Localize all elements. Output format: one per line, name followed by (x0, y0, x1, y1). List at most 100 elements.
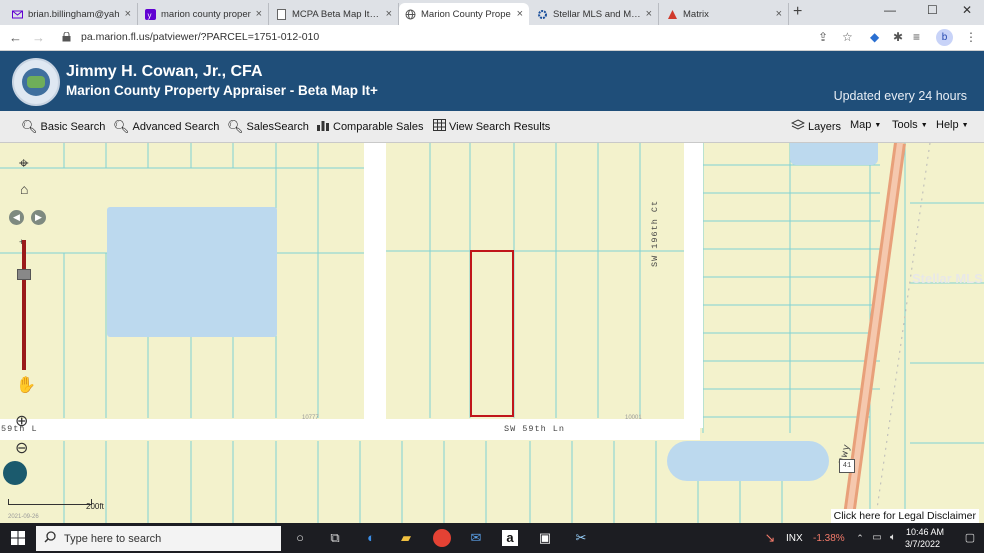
tab-yahoo-search[interactable]: y marion county proper × (139, 3, 269, 25)
selected-parcel-outline[interactable] (470, 250, 514, 417)
taskbar-clock-time[interactable]: 10:46 AM (906, 527, 944, 537)
profile-avatar[interactable]: b (936, 29, 953, 46)
imagery-date: 2021-09-26 (8, 514, 39, 520)
tab-mcpa-beta[interactable]: MCPA Beta Map It+ A × (270, 3, 399, 25)
search-icon: 🔍︎ (21, 119, 38, 134)
help-menu-button[interactable]: Help ▼ (936, 119, 969, 131)
matrix-icon (667, 9, 678, 20)
tab-mail[interactable]: brian.billingham@yah × (6, 3, 138, 25)
comparable-sales-button[interactable]: Comparable Sales (316, 119, 424, 134)
edge-browser-icon[interactable]: ◐ (363, 530, 379, 546)
zoom-in-icon[interactable]: ⊕ (15, 411, 28, 431)
road-vertical-west (364, 143, 386, 428)
street-label-sw-196th-ct: SW 196th Ct (650, 199, 660, 267)
chrome-icon[interactable] (433, 529, 451, 547)
tab-matrix[interactable]: Matrix × (661, 3, 789, 25)
scale-label: 200ft (86, 502, 104, 511)
update-notice: Updated every 24 hours (833, 89, 967, 103)
view-search-results-button[interactable]: View Search Results (433, 119, 550, 134)
bookmark-star-icon[interactable]: ☆ (842, 30, 853, 44)
lock-icon (62, 31, 71, 42)
mail-app-icon[interactable]: ✉ (468, 530, 484, 546)
close-icon[interactable]: × (646, 8, 652, 20)
caret-down-icon: ▼ (920, 121, 928, 129)
document-icon (276, 8, 287, 20)
taskbar-search-input[interactable]: Type here to search (36, 526, 281, 551)
pond-north (790, 143, 878, 165)
svg-text:y: y (148, 11, 152, 20)
home-icon[interactable]: ⌂ (20, 181, 28, 197)
close-icon[interactable]: × (776, 8, 782, 20)
page-title: Jimmy H. Cowan, Jr., CFA (66, 63, 263, 80)
url-field[interactable]: pa.marion.fl.us/patviewer/?PARCEL=1751-0… (81, 31, 319, 43)
stellar-mls-watermark: Stellar MLS (912, 271, 983, 286)
new-tab-button[interactable]: + (793, 3, 802, 21)
forward-arrow-icon[interactable]: → (32, 30, 45, 45)
parcel-map[interactable]: SW 59th Ln 59th L SW 196th Ct Hwy 41 107… (0, 143, 984, 523)
basic-search-button[interactable]: 🔍︎ Basic Search (21, 119, 105, 135)
close-icon[interactable]: × (125, 8, 131, 20)
pond-west (107, 207, 277, 337)
search-icon (44, 531, 56, 546)
layers-button[interactable]: Layers (790, 119, 841, 134)
grid-table-icon (433, 119, 446, 134)
stock-change: -1.38% (813, 533, 845, 544)
site-header: Jimmy H. Cowan, Jr., CFA Marion County P… (0, 51, 984, 111)
tab-stellar-mls[interactable]: Stellar MLS and Matri × (531, 3, 659, 25)
advanced-search-button[interactable]: 🔍︎ Advanced Search (113, 119, 219, 135)
street-label-sw-59th-ln: SW 59th Ln (504, 424, 566, 434)
pan-hand-icon[interactable]: ✋ (16, 375, 36, 395)
tab-marion-county-property[interactable]: Marion County Prope × (399, 3, 529, 25)
network-icon[interactable]: ▭ (869, 530, 885, 546)
stock-trend-down-icon: ↘ (764, 530, 776, 545)
file-explorer-icon[interactable]: ▰ (398, 530, 414, 546)
snipping-tool-icon[interactable]: ✂ (573, 530, 589, 546)
zoom-out-icon[interactable]: ⊖ (15, 438, 28, 458)
page-subtitle: Marion County Property Appraiser - Beta … (66, 83, 378, 98)
close-window-button[interactable]: ✕ (962, 3, 972, 17)
gear-icon (537, 9, 548, 20)
pond-south (667, 441, 829, 481)
basemap-globe-icon[interactable] (3, 461, 27, 485)
back-arrow-icon[interactable]: ← (9, 30, 22, 45)
zoom-slider-track[interactable] (22, 240, 26, 370)
search-icon: 🔍︎ (227, 119, 244, 134)
tray-chevron-up-icon[interactable]: ⌃ (852, 530, 868, 546)
sales-search-button[interactable]: 🔍︎ SalesSearch (227, 119, 309, 135)
road-sw-59th-ln (0, 419, 700, 440)
stock-ticker[interactable]: INX (786, 533, 803, 544)
more-menu-icon[interactable]: ⋮ (965, 30, 977, 44)
caret-down-icon: ▼ (961, 121, 969, 129)
parcel-number-label: 10777 (302, 415, 319, 421)
pan-left-icon[interactable]: ◀ (9, 210, 24, 225)
locate-crosshair-icon[interactable]: ⌖ (19, 154, 29, 174)
minimize-button[interactable]: — (884, 3, 896, 17)
amazon-icon[interactable]: a (502, 530, 518, 546)
pan-right-icon[interactable]: ▶ (31, 210, 46, 225)
close-icon[interactable]: × (386, 8, 392, 20)
volume-icon[interactable]: 🔈︎ (885, 530, 901, 546)
parcel-number-label: 10001 (625, 415, 642, 421)
maximize-button[interactable]: ☐ (927, 3, 938, 17)
zoom-slider-handle[interactable] (17, 269, 31, 280)
media-icon[interactable]: ≡ (913, 30, 920, 44)
store-bag-icon[interactable]: ▣ (537, 530, 553, 546)
yahoo-icon: y (145, 8, 156, 20)
cortana-icon[interactable]: ○ (292, 530, 308, 546)
notifications-icon[interactable]: ▢ (962, 530, 978, 546)
taskbar-clock-date[interactable]: 3/7/2022 (905, 539, 940, 549)
extensions-puzzle-icon[interactable]: ✱ (893, 30, 903, 44)
close-icon[interactable]: × (517, 8, 523, 20)
mail-icon (12, 9, 23, 20)
extension-shield-icon[interactable]: ◆ (870, 30, 879, 44)
task-view-icon[interactable]: ⧉ (327, 530, 343, 546)
close-icon[interactable]: × (256, 8, 262, 20)
us-route-shield-icon: 41 (839, 459, 855, 473)
browser-tab-strip: brian.billingham@yah × y marion county p… (0, 0, 984, 25)
windows-start-icon[interactable] (11, 531, 25, 545)
legal-disclaimer-link[interactable]: Click here for Legal Disclaimer (830, 509, 979, 523)
search-icon: 🔍︎ (113, 119, 130, 134)
share-icon[interactable]: ⇪ (818, 30, 828, 44)
map-menu-button[interactable]: Map ▼ (850, 119, 881, 131)
tools-menu-button[interactable]: Tools ▼ (892, 119, 928, 131)
